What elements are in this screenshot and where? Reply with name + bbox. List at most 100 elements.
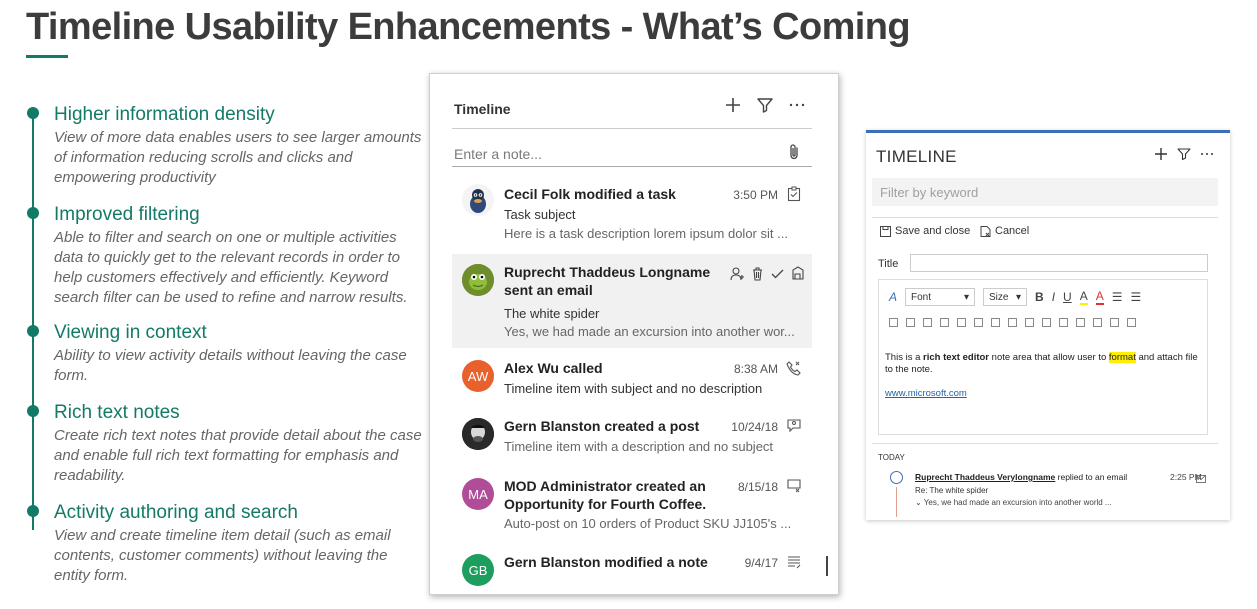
ltr-icon[interactable] [1025, 318, 1034, 327]
rtl-icon[interactable] [1042, 318, 1051, 327]
timeline-title: TIMELINE [876, 147, 957, 166]
image-icon[interactable] [1008, 318, 1017, 327]
feature-bullet [27, 207, 39, 219]
add-icon[interactable] [724, 96, 742, 114]
clear-format-icon[interactable] [1093, 318, 1102, 327]
editor-toolbar-secondary [889, 318, 1136, 327]
feature-title: Rich text notes [54, 402, 180, 423]
editor-link[interactable]: www.microsoft.com [885, 388, 967, 399]
highlight-icon[interactable]: A [1079, 289, 1088, 305]
timeline-item[interactable]: GB Gern Blanston modified a note 9/4/17 [452, 542, 812, 594]
subscript-icon[interactable] [957, 318, 966, 327]
timeline-panel-classic: TIMELINE Save and close Cancel Title A F… [866, 130, 1230, 520]
timeline-item-selected[interactable]: Ruprecht Thaddeus Longname sent an email… [452, 254, 812, 348]
save-and-close-button[interactable]: Save and close [880, 225, 970, 237]
table-icon[interactable] [1110, 318, 1119, 327]
assign-icon[interactable] [730, 266, 745, 281]
timeline-item[interactable]: AW Alex Wu called 8:38 AM Timeline item … [452, 352, 812, 408]
item-description[interactable]: ⌄ Yes, we had made an excursion into ano… [915, 498, 1112, 507]
bold-icon[interactable]: B [1035, 290, 1044, 304]
text-style-icon[interactable]: A [889, 290, 897, 304]
timeline-item[interactable]: MA MOD Administrator created an Opportun… [452, 470, 812, 538]
item-subject: The white spider [504, 306, 600, 321]
filter-icon[interactable] [1177, 147, 1191, 161]
size-select[interactable]: Size ▾ [983, 288, 1028, 306]
timeline-actions [724, 96, 806, 114]
delete-icon[interactable] [750, 266, 765, 281]
attachment-icon[interactable] [788, 143, 800, 166]
bullet-list-icon[interactable]: ☰ [1112, 290, 1123, 304]
item-date: 9/4/17 [744, 556, 778, 570]
item-action: replied to an email [1055, 472, 1128, 482]
item-description-text: Yes, we had made an excursion into anoth… [923, 498, 1112, 507]
open-record-icon[interactable] [790, 266, 805, 281]
cancel-icon [980, 225, 991, 237]
editor-text-highlight: format [1108, 352, 1136, 363]
date-group-label: TODAY [878, 453, 905, 462]
chevron-down-icon: ▾ [1015, 291, 1022, 303]
indent-icon[interactable] [889, 318, 898, 327]
feature-bullet [27, 405, 39, 417]
avatar: AW [462, 360, 494, 392]
font-select[interactable]: Font ▾ [905, 288, 976, 306]
email-icon [1196, 471, 1206, 483]
activity-status-icon [890, 471, 903, 484]
cancel-button[interactable]: Cancel [980, 225, 1029, 237]
avatar-initials: MA [468, 486, 488, 502]
outdent-icon[interactable] [906, 318, 915, 327]
avatar: MA [462, 478, 494, 510]
item-date: 3:50 PM [733, 188, 778, 202]
check-icon[interactable] [770, 266, 785, 281]
item-title: Ruprecht Thaddeus Longname [504, 264, 711, 280]
scrollbar[interactable] [826, 556, 828, 576]
numbered-list-icon[interactable]: ☰ [1131, 290, 1142, 304]
link-icon[interactable] [923, 318, 932, 327]
task-icon [786, 186, 802, 202]
editor-content[interactable]: This is a rich text editor note area tha… [885, 352, 1205, 376]
item-description: Auto-post on 10 orders of Product SKU JJ… [504, 516, 792, 531]
more-icon[interactable] [788, 96, 806, 114]
timeline-item[interactable]: Cecil Folk modified a task 3:50 PM Task … [452, 170, 812, 248]
chevron-down-icon[interactable]: ⌄ [915, 498, 924, 507]
item-title: MOD Administrator created an [504, 478, 706, 494]
cancel-label: Cancel [995, 225, 1030, 237]
item-date: 10/24/18 [731, 420, 778, 434]
underline-icon[interactable]: U [1063, 290, 1072, 304]
rich-text-editor[interactable]: A Font ▾ Size ▾ B I U A A ☰ ☰ This is a … [878, 279, 1208, 435]
feature-description: View and create timeline item detail (su… [54, 527, 391, 584]
title-underline [26, 55, 68, 58]
feature-list: Higher information density View of more … [22, 100, 432, 590]
item-date: 8/15/18 [737, 480, 778, 494]
editor-text: This is a [885, 352, 924, 363]
add-icon[interactable] [1154, 147, 1168, 161]
italic-icon[interactable]: I [1052, 290, 1055, 304]
spellcheck-icon[interactable] [991, 318, 1000, 327]
item-title[interactable]: Ruprecht Thaddeus Verylongname replied t… [915, 472, 1127, 482]
phone-icon [786, 360, 802, 376]
feature-title: Viewing in context [54, 322, 207, 343]
more-icon[interactable] [1200, 147, 1214, 161]
item-subject: Task subject [504, 207, 576, 222]
feature-bullet [27, 325, 39, 337]
avatar-initials: AW [467, 368, 489, 384]
item-title: sent an email [504, 282, 593, 298]
redo-icon[interactable] [1076, 318, 1085, 327]
item-subject: Re: The white spider [915, 486, 989, 495]
note-input[interactable] [454, 146, 774, 162]
note-title-input[interactable] [910, 254, 1208, 272]
feature-title: Improved filtering [54, 204, 200, 225]
attachment-icon[interactable] [1127, 318, 1136, 327]
feature-description: Ability to view activity details without… [54, 347, 407, 384]
undo-icon[interactable] [1059, 318, 1068, 327]
divider [452, 166, 812, 167]
superscript-icon[interactable] [974, 318, 983, 327]
font-color-icon[interactable]: A [1095, 289, 1104, 305]
item-author[interactable]: Ruprecht Thaddeus Verylongname [915, 472, 1055, 482]
filter-icon[interactable] [756, 96, 774, 114]
item-title: Gern Blanston modified a note [504, 554, 708, 570]
item-date: 8:38 AM [733, 362, 778, 376]
timeline-item[interactable]: Gern Blanston created a post 10/24/18 Ti… [452, 410, 812, 466]
keyword-filter-input[interactable] [872, 178, 1218, 206]
unlink-icon[interactable] [940, 318, 949, 327]
item-actions [730, 266, 805, 281]
